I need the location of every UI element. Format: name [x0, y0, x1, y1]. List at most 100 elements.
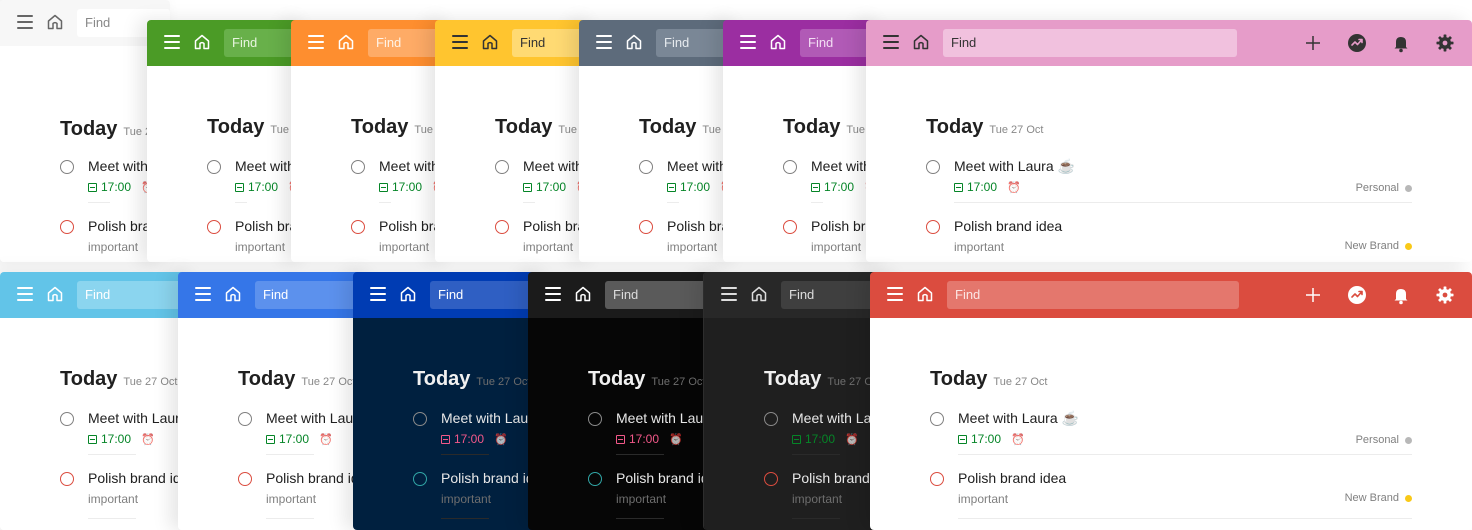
menu-icon[interactable] — [596, 35, 612, 49]
productivity-icon[interactable] — [1346, 284, 1368, 306]
task-label[interactable]: important — [88, 492, 138, 506]
task-due[interactable]: 17:00 ⏰ — [616, 432, 683, 446]
task-label[interactable]: important — [616, 492, 666, 506]
task-checkbox[interactable] — [207, 220, 221, 234]
task-item[interactable]: Polish brand idea important — [351, 218, 451, 262]
menu-icon[interactable] — [17, 287, 33, 301]
task-item[interactable]: Polish brand idea important New Brand — [926, 218, 1412, 262]
home-icon[interactable] — [915, 284, 935, 304]
search-input[interactable]: Find — [943, 29, 1237, 57]
task-checkbox[interactable] — [926, 220, 940, 234]
task-checkbox[interactable] — [588, 472, 602, 486]
task-checkbox[interactable] — [588, 412, 602, 426]
task-label[interactable]: important — [235, 240, 285, 254]
task-due[interactable]: 17:00 ⏰ — [958, 432, 1025, 446]
productivity-icon[interactable] — [1346, 32, 1368, 54]
menu-icon[interactable] — [740, 35, 756, 49]
project-label[interactable]: New Brand — [1345, 492, 1412, 504]
task-label[interactable]: important — [792, 492, 842, 506]
task-checkbox[interactable] — [60, 412, 74, 426]
task-checkbox[interactable] — [413, 472, 427, 486]
menu-icon[interactable] — [452, 35, 468, 49]
home-icon[interactable] — [45, 284, 65, 304]
task-name[interactable]: Meet with Laura ☕ — [954, 158, 1075, 175]
task-label[interactable]: important — [958, 492, 1008, 506]
home-icon[interactable] — [911, 32, 931, 52]
task-checkbox[interactable] — [930, 472, 944, 486]
task-due[interactable]: 17:00 ⏰ — [88, 180, 155, 194]
home-icon[interactable] — [45, 12, 65, 32]
task-item[interactable]: Meet with Laura 17:00 ⏰ — [495, 158, 595, 208]
task-checkbox[interactable] — [351, 160, 365, 174]
task-item[interactable]: Polish brand idea important — [639, 218, 739, 262]
task-item[interactable]: Meet with Laura 17:00 ⏰ — [413, 410, 541, 460]
task-item[interactable]: Polish brand idea important — [495, 218, 595, 262]
task-due[interactable]: 17:00 ⏰ — [441, 432, 508, 446]
task-label[interactable]: important — [954, 240, 1004, 254]
task-label[interactable]: important — [379, 240, 429, 254]
task-due[interactable]: 17:00 ⏰ — [954, 180, 1021, 194]
task-checkbox[interactable] — [764, 412, 778, 426]
task-checkbox[interactable] — [413, 412, 427, 426]
task-due[interactable]: 17:00 ⏰ — [792, 432, 859, 446]
task-item[interactable]: Polish brand idea important New Brand — [930, 470, 1412, 520]
add-icon[interactable] — [1302, 284, 1324, 306]
task-label[interactable]: important — [667, 240, 717, 254]
task-name[interactable]: Meet with Laura ☕ — [958, 410, 1079, 427]
task-checkbox[interactable] — [60, 160, 74, 174]
search-input[interactable]: Find — [947, 281, 1239, 309]
project-label[interactable]: New Brand — [1345, 240, 1412, 252]
task-checkbox[interactable] — [926, 160, 940, 174]
home-icon[interactable] — [192, 32, 212, 52]
task-checkbox[interactable] — [60, 220, 74, 234]
task-checkbox[interactable] — [60, 472, 74, 486]
task-item[interactable]: Meet with Laura 17:00 ⏰ — [588, 410, 716, 460]
task-label[interactable]: important — [266, 492, 316, 506]
task-item[interactable]: Polish brand idea important — [60, 470, 196, 520]
task-item[interactable]: Meet with Laura ☕ 17:00 ⏰ Personal — [930, 410, 1412, 460]
menu-icon[interactable] — [545, 287, 561, 301]
task-item[interactable]: Meet with Laura 17:00 ⏰ — [639, 158, 739, 208]
menu-icon[interactable] — [195, 287, 211, 301]
task-name[interactable]: Meet with Laura — [441, 410, 541, 426]
task-checkbox[interactable] — [495, 160, 509, 174]
task-checkbox[interactable] — [783, 160, 797, 174]
menu-icon[interactable] — [887, 287, 903, 301]
task-name[interactable]: Polish brand idea — [958, 470, 1066, 486]
task-label[interactable]: important — [88, 240, 138, 254]
task-checkbox[interactable] — [764, 472, 778, 486]
home-icon[interactable] — [749, 284, 769, 304]
bell-icon[interactable] — [1390, 32, 1412, 54]
task-item[interactable]: Meet with Laura 17:00 ⏰ — [783, 158, 883, 208]
task-name[interactable]: Polish brand idea — [954, 218, 1062, 234]
task-checkbox[interactable] — [783, 220, 797, 234]
task-item[interactable]: Polish brand idea important — [764, 470, 900, 520]
task-checkbox[interactable] — [207, 160, 221, 174]
task-item[interactable]: Polish brand idea important — [783, 218, 883, 262]
bell-icon[interactable] — [1390, 284, 1412, 306]
task-checkbox[interactable] — [238, 412, 252, 426]
gear-icon[interactable] — [1434, 284, 1456, 306]
task-checkbox[interactable] — [238, 472, 252, 486]
task-item[interactable]: Meet with Laura 17:00 ⏰ — [60, 158, 170, 208]
task-item[interactable]: Meet with Laura 17:00 ⏰ — [351, 158, 451, 208]
task-item[interactable]: Polish brand idea important — [588, 470, 724, 520]
task-label[interactable]: important — [523, 240, 573, 254]
task-item[interactable]: Polish brand idea important — [60, 218, 170, 262]
task-item[interactable]: Polish brand idea important — [413, 470, 549, 520]
home-icon[interactable] — [624, 32, 644, 52]
task-item[interactable]: Meet with Laura 17:00 ⏰ — [60, 410, 188, 460]
task-item[interactable]: Meet with Laura 17:00 ⏰ — [764, 410, 892, 460]
task-item[interactable]: Polish brand idea important — [238, 470, 374, 520]
task-due[interactable]: 17:00 ⏰ — [266, 432, 333, 446]
task-checkbox[interactable] — [639, 220, 653, 234]
task-label[interactable]: important — [441, 492, 491, 506]
gear-icon[interactable] — [1434, 32, 1456, 54]
task-name[interactable]: Meet with Laura — [616, 410, 716, 426]
menu-icon[interactable] — [17, 15, 33, 29]
home-icon[interactable] — [223, 284, 243, 304]
task-checkbox[interactable] — [495, 220, 509, 234]
task-due[interactable]: 17:00 ⏰ — [88, 432, 155, 446]
menu-icon[interactable] — [883, 35, 899, 49]
home-icon[interactable] — [768, 32, 788, 52]
